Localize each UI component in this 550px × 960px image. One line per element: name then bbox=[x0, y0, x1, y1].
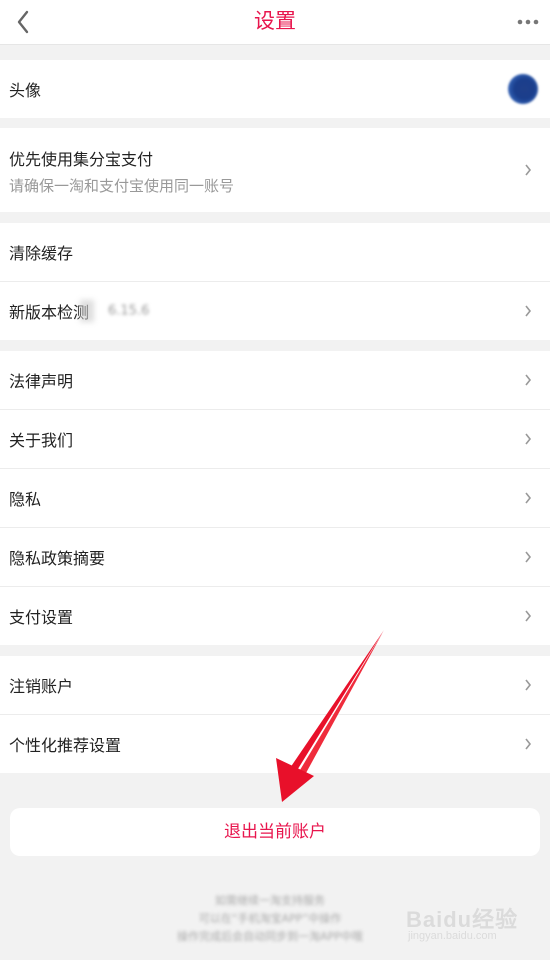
settings-row-privacy[interactable]: 隐私 bbox=[0, 469, 550, 528]
logout-button[interactable]: 退出当前账户 bbox=[10, 808, 540, 856]
version-number: 6.15.6 bbox=[108, 303, 150, 319]
row-sublabel: 请确保一淘和支付宝使用同一账号 bbox=[9, 177, 235, 195]
chevron-right-icon bbox=[525, 433, 532, 445]
settings-row-personalized-recommendation[interactable]: 个性化推荐设置 bbox=[0, 715, 550, 773]
row-label: 隐私 bbox=[9, 490, 42, 509]
chevron-right-icon bbox=[525, 374, 532, 386]
settings-group-account: 注销账户 个性化推荐设置 bbox=[0, 656, 550, 773]
settings-row-privacy-summary[interactable]: 隐私政策摘要 bbox=[0, 528, 550, 587]
row-label: 头像 bbox=[9, 81, 42, 100]
footer-line: 可以在“手机淘宝APP”中操作 bbox=[198, 912, 342, 925]
row-label: 个性化推荐设置 bbox=[9, 736, 122, 755]
settings-group-app: 清除缓存 新版本检测 6.15.6 bbox=[0, 223, 550, 340]
settings-group-payment-priority: 优先使用集分宝支付 请确保一淘和支付宝使用同一账号 bbox=[0, 128, 550, 212]
chevron-right-icon bbox=[525, 305, 532, 317]
footer-line: 如需继续一淘支持服务 bbox=[215, 894, 325, 907]
settings-row-about-us[interactable]: 关于我们 bbox=[0, 410, 550, 469]
settings-row-jifenbao[interactable]: 优先使用集分宝支付 请确保一淘和支付宝使用同一账号 bbox=[0, 128, 550, 212]
row-label: 注销账户 bbox=[9, 677, 74, 696]
watermark-url: jingyan.baidu.com bbox=[408, 930, 497, 942]
row-label: 支付设置 bbox=[9, 608, 74, 627]
settings-group-profile: 头像 bbox=[0, 60, 550, 118]
baidu-watermark: Baidu经验 jingyan.baidu.com bbox=[406, 902, 526, 948]
settings-row-payment-settings[interactable]: 支付设置 bbox=[0, 587, 550, 645]
row-label: 法律声明 bbox=[9, 372, 74, 391]
chevron-right-icon bbox=[525, 164, 532, 176]
settings-group-legal: 法律声明 关于我们 隐私 隐私政策摘要 支付设置 bbox=[0, 351, 550, 645]
chevron-right-icon bbox=[525, 551, 532, 563]
row-label: 新版本检测 bbox=[9, 303, 90, 322]
navigation-bar: 设置 bbox=[0, 0, 550, 45]
chevron-right-icon bbox=[525, 610, 532, 622]
blur-patch bbox=[80, 300, 94, 322]
row-label: 关于我们 bbox=[9, 431, 74, 450]
row-label: 优先使用集分宝支付 bbox=[9, 150, 154, 169]
chevron-right-icon bbox=[525, 679, 532, 691]
settings-row-clear-cache[interactable]: 清除缓存 bbox=[0, 223, 550, 282]
footer-hint: 如需继续一淘支持服务 可以在“手机淘宝APP”中操作 操作完成后会自动同步到一淘… bbox=[120, 892, 420, 946]
row-label: 清除缓存 bbox=[9, 244, 74, 263]
chevron-right-icon bbox=[525, 492, 532, 504]
row-label: 隐私政策摘要 bbox=[9, 549, 106, 568]
chevron-right-icon bbox=[525, 738, 532, 750]
avatar bbox=[508, 74, 538, 104]
footer-line: 操作完成后会自动同步到一淘APP中哦 bbox=[177, 930, 363, 943]
page-title: 设置 bbox=[254, 9, 296, 33]
settings-row-cancel-account[interactable]: 注销账户 bbox=[0, 656, 550, 715]
settings-row-legal-statement[interactable]: 法律声明 bbox=[0, 351, 550, 410]
settings-row-version-check[interactable]: 新版本检测 6.15.6 bbox=[0, 282, 550, 340]
settings-row-avatar[interactable]: 头像 bbox=[0, 60, 550, 118]
more-dots-icon[interactable] bbox=[516, 18, 540, 26]
